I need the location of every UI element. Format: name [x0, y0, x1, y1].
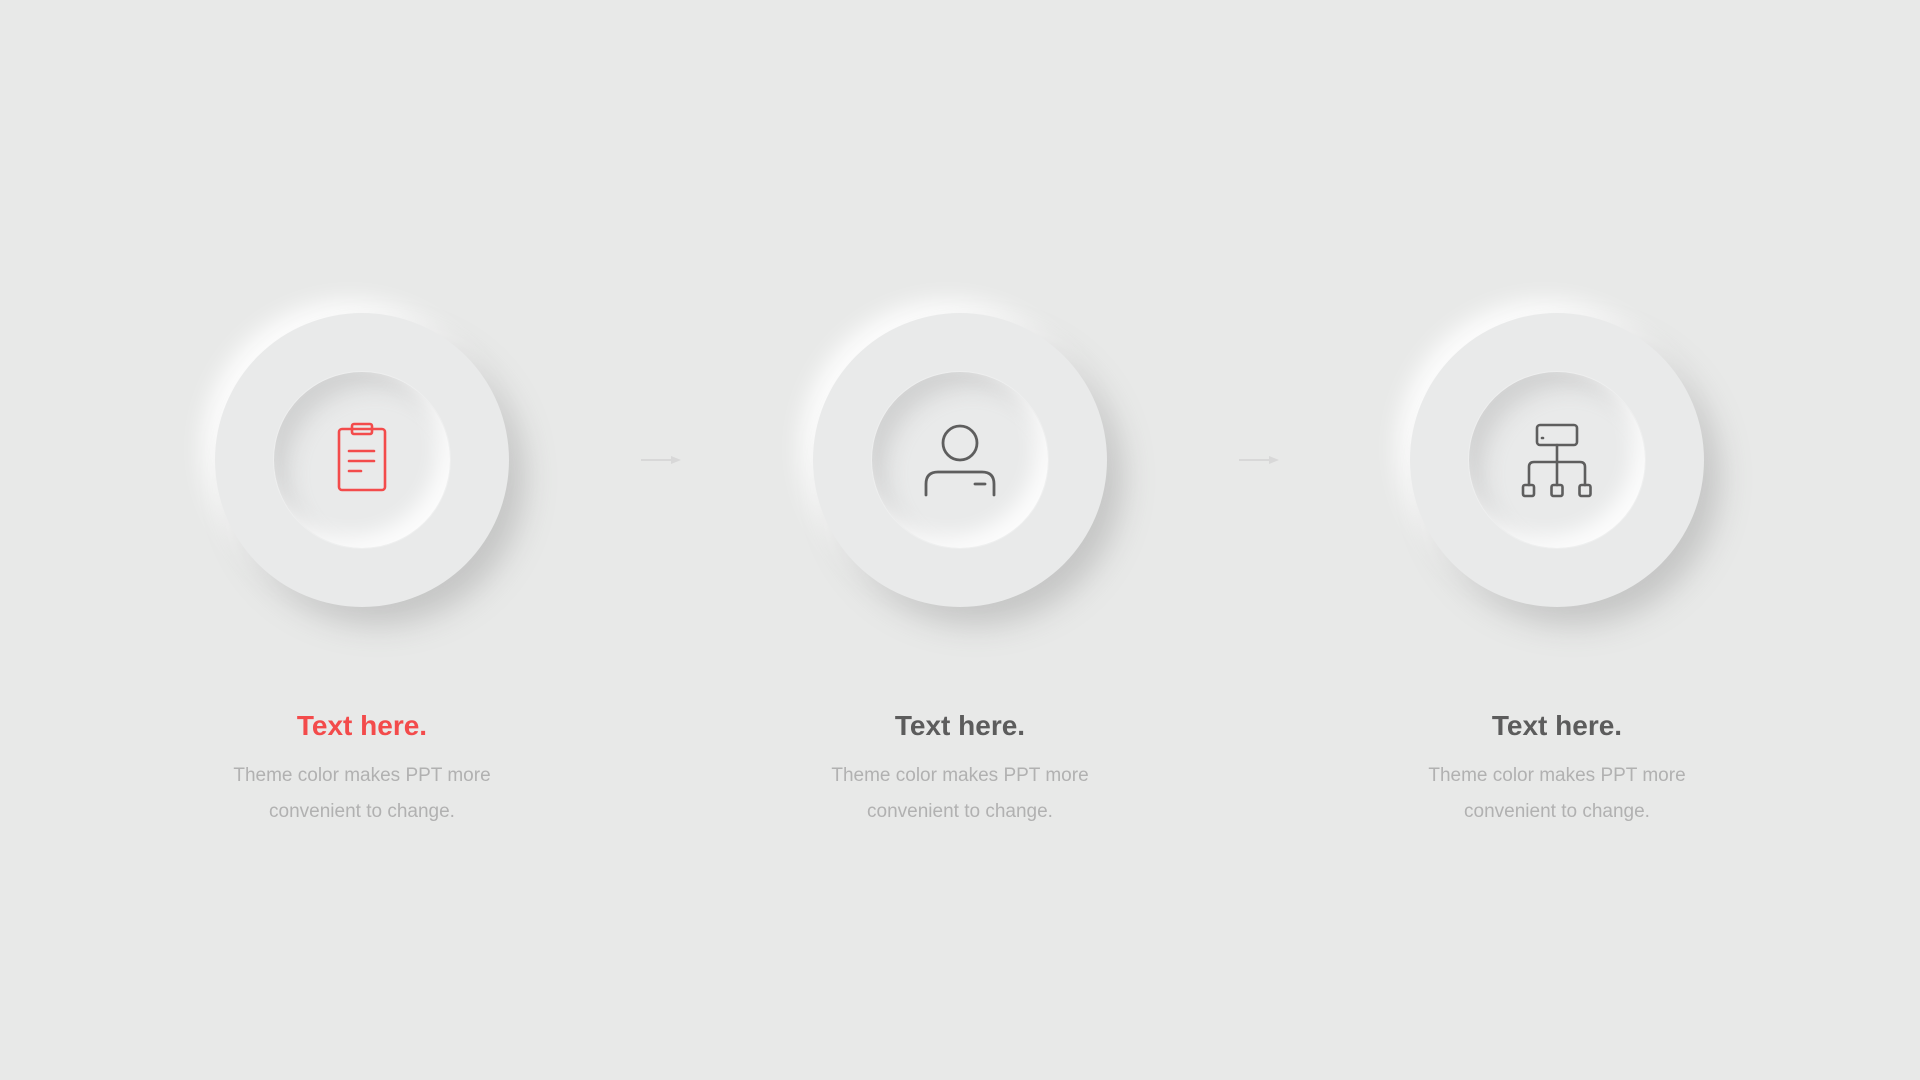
step-3-title: Text here.: [1491, 710, 1623, 741]
clipboard-icon: [337, 422, 387, 492]
step-3-description: Theme color makes PPT more convenient to…: [1428, 765, 1686, 822]
step-2-ring: [813, 313, 1107, 607]
step-2-description: Theme color makes PPT more convenient to…: [831, 765, 1089, 822]
step-1: Text here. Theme color makes PPT more co…: [212, 313, 512, 830]
step-1-ring: [215, 313, 509, 607]
step-3-core: [1469, 372, 1645, 548]
step-1-description: Theme color makes PPT more convenient to…: [233, 765, 491, 822]
step-1-core: [274, 372, 450, 548]
sitemap-icon: [1521, 423, 1592, 498]
step-3-ring: [1410, 313, 1704, 607]
step-2-core: [872, 372, 1048, 548]
arrow-right-icon: [641, 456, 681, 464]
step-2: Text here. Theme color makes PPT more co…: [810, 313, 1110, 830]
process-slide: Text here. Theme color makes PPT more co…: [0, 0, 1920, 1080]
step-2-title: Text here.: [894, 710, 1026, 741]
step-3: Text here. Theme color makes PPT more co…: [1407, 313, 1707, 830]
arrow-right-icon: [1239, 456, 1279, 464]
step-1-title: Text here.: [296, 710, 428, 741]
user-icon: [924, 424, 996, 497]
